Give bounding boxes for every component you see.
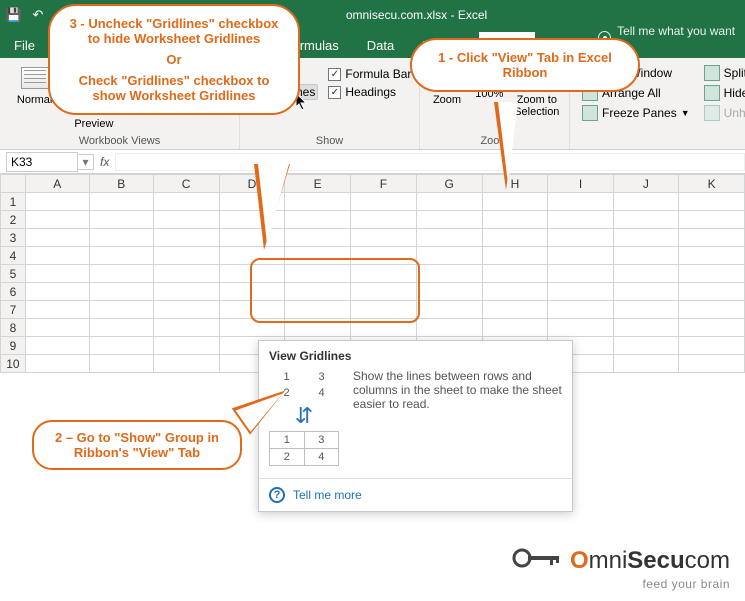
callout-step-1: 1 - Click "View" Tab in Excel Ribbon: [410, 38, 640, 92]
col-header-F[interactable]: F: [351, 175, 417, 193]
freeze-panes-icon: [582, 105, 598, 121]
split-button[interactable]: Split: [700, 64, 745, 82]
undo-icon[interactable]: ↶: [30, 7, 46, 23]
normal-view-icon: [21, 67, 49, 89]
chevron-down-icon: ▼: [681, 108, 690, 118]
tell-me-more-link[interactable]: ? Tell me more: [259, 478, 572, 511]
logo-text-3: com: [685, 547, 730, 574]
freeze-panes-label: Freeze Panes: [602, 106, 677, 120]
name-box[interactable]: K33: [6, 152, 78, 172]
col-header-E[interactable]: E: [285, 175, 351, 193]
row-header-2[interactable]: 2: [1, 211, 26, 229]
headings-checkbox-row[interactable]: Headings: [324, 84, 415, 100]
unhide-button[interactable]: Unhid: [700, 104, 745, 122]
zoom-selection-label: Zoom to Selection: [513, 94, 561, 118]
callout-step-3: 3 - Uncheck "Gridlines" checkbox to hide…: [48, 4, 300, 115]
tooltip-text: Show the lines between rows and columns …: [353, 369, 562, 466]
tell-me-label: Tell me what you want t: [617, 24, 737, 52]
row-header-10[interactable]: 10: [1, 355, 26, 373]
key-icon: [512, 546, 566, 577]
headings-label: Headings: [345, 85, 396, 99]
tooltip-title: View Gridlines: [259, 341, 572, 369]
callout-step-2: 2 – Go to "Show" Group in Ribbon's "View…: [32, 420, 242, 470]
normal-view-label: Normal: [17, 94, 52, 106]
formula-bar-checkbox-row[interactable]: Formula Bar: [324, 66, 415, 82]
formula-bar-label: Formula Bar: [345, 67, 411, 81]
formula-bar: K33 ▾ fx: [0, 150, 745, 174]
callout-or-text: Or: [64, 52, 284, 67]
col-header-J[interactable]: J: [613, 175, 679, 193]
callout-tail-3: [254, 164, 290, 250]
callout-1-text: 1 - Click "View" Tab in Excel Ribbon: [426, 50, 624, 80]
row-header-1[interactable]: 1: [1, 193, 26, 211]
callout-2-text: 2 – Go to "Show" Group in Ribbon's "View…: [44, 430, 230, 460]
row-header-7[interactable]: 7: [1, 301, 26, 319]
logo-tagline: feed your brain: [512, 577, 730, 591]
select-all-corner[interactable]: [1, 175, 26, 193]
headings-checkbox[interactable]: [328, 86, 341, 99]
col-header-G[interactable]: G: [416, 175, 482, 193]
freeze-panes-button[interactable]: Freeze Panes ▼: [578, 104, 694, 122]
formula-input[interactable]: [115, 153, 745, 171]
logo-text-1: mni: [589, 547, 628, 574]
row-header-5[interactable]: 5: [1, 265, 26, 283]
col-header-B[interactable]: B: [89, 175, 153, 193]
hide-button[interactable]: Hide: [700, 84, 745, 102]
col-header-I[interactable]: I: [548, 175, 613, 193]
col-header-K[interactable]: K: [679, 175, 745, 193]
tell-me-more-label: Tell me more: [293, 488, 362, 502]
hide-icon: [704, 85, 720, 101]
group-label-window: [578, 133, 745, 147]
help-icon: ?: [269, 487, 285, 503]
split-icon: [704, 65, 720, 81]
tab-file[interactable]: File: [0, 32, 49, 58]
row-header-3[interactable]: 3: [1, 229, 26, 247]
group-label-show: Show: [248, 133, 411, 147]
row-header-9[interactable]: 9: [1, 337, 26, 355]
callout-tail-1: [494, 102, 518, 190]
unhide-icon: [704, 105, 720, 121]
save-icon[interactable]: 💾: [6, 7, 22, 23]
fx-icon[interactable]: fx: [100, 155, 109, 169]
zoom-label: Zoom: [433, 94, 461, 106]
gridlines-tooltip: View Gridlines 1324 ⇵ 1324 Show the line…: [258, 340, 573, 512]
formula-bar-checkbox[interactable]: [328, 68, 341, 81]
callout-3b-text: Check "Gridlines" checkbox to show Works…: [64, 73, 284, 103]
name-box-dropdown-icon[interactable]: ▾: [78, 154, 94, 170]
omnisecu-logo: OmniSecucom feed your brain: [512, 546, 730, 591]
col-header-A[interactable]: A: [25, 175, 89, 193]
tab-data[interactable]: Data: [353, 32, 408, 58]
row-header-8[interactable]: 8: [1, 319, 26, 337]
row-header-4[interactable]: 4: [1, 247, 26, 265]
row-header-6[interactable]: 6: [1, 283, 26, 301]
hide-label: Hide: [724, 86, 745, 100]
callout-3a-text: 3 - Uncheck "Gridlines" checkbox to hide…: [64, 16, 284, 46]
logo-text-2: Secu: [627, 547, 684, 574]
col-header-C[interactable]: C: [153, 175, 219, 193]
split-label: Split: [724, 66, 745, 80]
group-label-views: Workbook Views: [8, 133, 231, 147]
unhide-label: Unhid: [724, 106, 745, 120]
